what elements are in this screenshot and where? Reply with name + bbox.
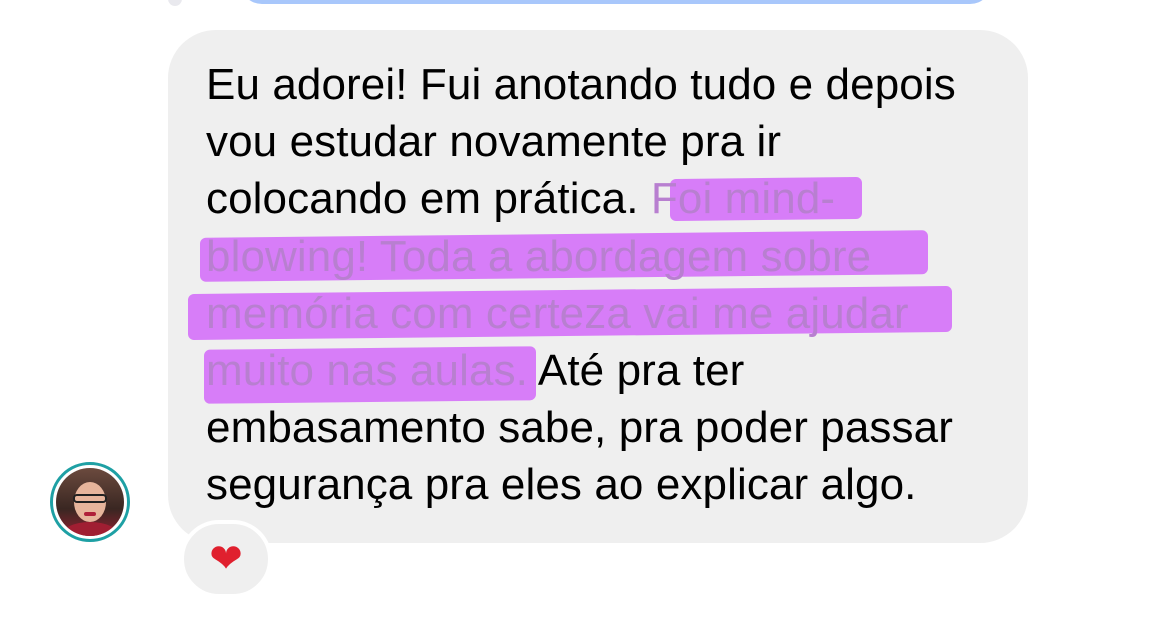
message-line: embasamento sabe, pra poder passar — [206, 399, 1006, 456]
message-text-segment: Até pra ter — [528, 345, 745, 395]
message-line: muito nas aulas. Até pra ter — [206, 342, 1006, 399]
avatar-shirt — [60, 522, 120, 536]
avatar-lips — [84, 512, 96, 516]
message-line: colocando em prática. Foi mind- — [206, 170, 1006, 227]
avatar-photo — [56, 468, 124, 536]
message-line: Eu adorei! Fui anotando tudo e depois — [206, 56, 1006, 113]
message-text-segment: Eu adorei! Fui anotando tudo e depois — [206, 60, 956, 109]
message-text-segment: segurança pra eles ao explicar algo. — [206, 460, 917, 510]
message-line: segurança pra eles ao explicar algo. — [206, 456, 1006, 513]
message-text-segment: embasamento sabe, pra poder passar — [206, 403, 953, 453]
message-line: blowing! Toda a abordagem sobre — [206, 228, 1006, 285]
highlighted-text: Foi mind- — [650, 174, 836, 224]
message-text-segment: vou estudar novamente pra ir — [206, 117, 782, 167]
heart-icon: ❤ — [209, 536, 243, 582]
avatar-glasses — [73, 494, 107, 503]
previous-avatar — [168, 0, 182, 6]
message-text: Eu adorei! Fui anotando tudo e depois vo… — [206, 56, 1006, 514]
reaction-badge[interactable]: ❤ — [180, 520, 272, 598]
highlighted-text: memória com certeza vai me ajudar — [206, 288, 909, 338]
message-line: vou estudar novamente pra ir — [206, 113, 1006, 170]
highlighted-text: muito nas aulas. — [206, 345, 528, 395]
highlighted-text: blowing! Toda a abordagem sobre — [206, 231, 872, 281]
message-text-segment: colocando em prática. — [206, 174, 651, 224]
sender-avatar[interactable] — [50, 462, 130, 542]
message-line: memória com certeza vai me ajudar — [206, 285, 1006, 342]
previous-message-bubble[interactable] — [240, 0, 992, 4]
chat-view: Eu adorei! Fui anotando tudo e depois vo… — [0, 0, 1170, 632]
